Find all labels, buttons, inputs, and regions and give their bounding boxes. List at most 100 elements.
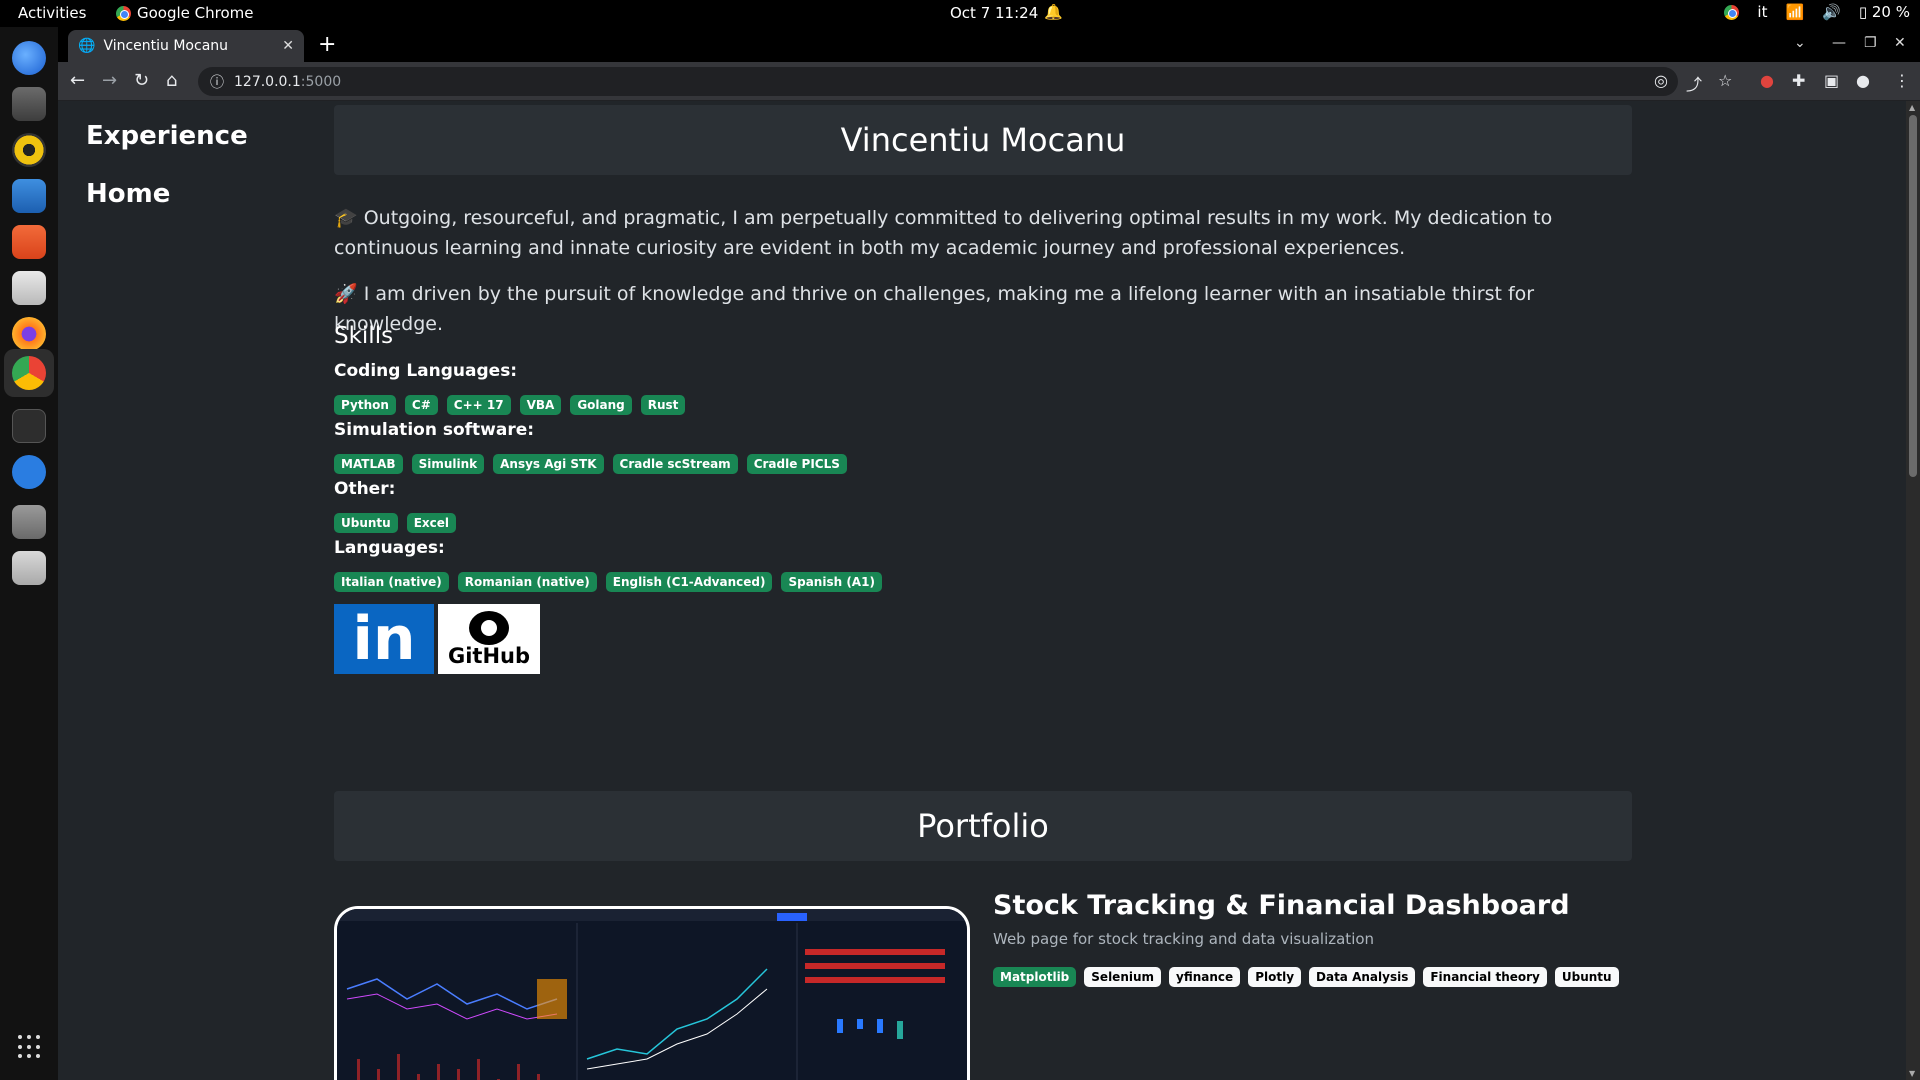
keyboard-layout[interactable]: it: [1757, 3, 1767, 21]
trash-icon[interactable]: [12, 551, 46, 585]
extension-red-icon[interactable]: ●: [1760, 71, 1774, 90]
portfolio-heading: Portfolio: [334, 791, 1632, 861]
extensions-puzzle-icon[interactable]: ✚: [1792, 71, 1805, 90]
skill-badge: Excel: [406, 513, 457, 533]
skills-heading: Skills: [334, 323, 394, 349]
languages-badges: Italian (native) Romanian (native) Engli…: [334, 572, 882, 592]
software-center-icon[interactable]: [12, 225, 46, 259]
github-link[interactable]: GitHub: [438, 604, 540, 674]
drive-icon[interactable]: [12, 505, 46, 539]
help-icon[interactable]: [12, 455, 46, 489]
project-tag: Ubuntu: [1554, 967, 1619, 987]
project-tags: Matplotlib Selenium yfinance Plotly Data…: [993, 967, 1619, 987]
tab-search-icon[interactable]: ⌄: [1794, 35, 1806, 51]
page-title: Vincentiu Mocanu: [334, 105, 1632, 175]
new-tab-icon[interactable]: +: [318, 32, 336, 57]
project-tag: Selenium: [1084, 967, 1162, 987]
app-name: Google Chrome: [137, 4, 254, 22]
address-bar[interactable]: ⓘ 127.0.0.1:5000: [198, 67, 1678, 96]
url-text: 127.0.0.1:5000: [234, 73, 342, 90]
back-icon[interactable]: ←: [70, 70, 85, 91]
languages-label: Languages:: [334, 538, 445, 558]
eye-off-icon[interactable]: ◎: [1654, 71, 1668, 90]
project-screenshot[interactable]: [334, 906, 970, 1080]
project-title[interactable]: Stock Tracking & Financial Dashboard: [993, 890, 1570, 921]
rhythmbox-icon[interactable]: [12, 133, 46, 167]
browser-toolbar: ← → ↻ ⌂ ⓘ 127.0.0.1:5000 ◎ ⤴ ☆ ● ✚ ▣ ● ⋮: [58, 62, 1920, 101]
bookmark-star-icon[interactable]: ☆: [1718, 71, 1732, 90]
tab-strip: 🌐 Vincentiu Mocanu ✕ + ⌄ — ❐ ✕: [58, 27, 1920, 62]
menu-icon[interactable]: ⋮: [1894, 71, 1910, 90]
simulation-software-badges: MATLAB Simulink Ansys Agi STK Cradle scS…: [334, 454, 847, 474]
battery-level: 20 %: [1871, 3, 1910, 21]
minimize-icon[interactable]: —: [1832, 35, 1846, 51]
clock[interactable]: Oct 7 11:24: [950, 4, 1038, 22]
info-icon: ⓘ: [210, 74, 224, 91]
sidebar-item-experience[interactable]: Experience: [86, 121, 248, 151]
project-tag: Matplotlib: [993, 967, 1077, 987]
scroll-up-icon[interactable]: ▲: [1909, 103, 1915, 112]
share-icon[interactable]: ⤴: [1686, 71, 1702, 95]
project-tag: Data Analysis: [1309, 967, 1416, 987]
simulation-software-label: Simulation software:: [334, 420, 535, 440]
github-logo-icon: [469, 611, 509, 645]
about-paragraph-2: 🚀 I am driven by the pursuit of knowledg…: [334, 283, 1535, 335]
system-tray[interactable]: it 📶 🔊 ▯ 20 %: [1724, 3, 1910, 21]
side-panel-icon[interactable]: ▣: [1824, 71, 1839, 90]
coding-languages-label: Coding Languages:: [334, 361, 518, 381]
show-apps-icon[interactable]: [18, 1035, 42, 1059]
page-scrollbar[interactable]: ▲ ▼: [1906, 101, 1920, 1080]
bell-icon: 🔔: [1044, 3, 1063, 21]
chrome-icon: [116, 5, 131, 21]
language-badge: Italian (native): [334, 572, 449, 592]
close-window-icon[interactable]: ✕: [1894, 35, 1906, 51]
close-tab-icon[interactable]: ✕: [282, 38, 294, 54]
skill-badge: Python: [334, 395, 396, 415]
dock: [0, 27, 58, 1080]
project-tag: Plotly: [1248, 967, 1302, 987]
skill-badge: Rust: [640, 395, 686, 415]
language-badge: English (C1-Advanced): [605, 572, 773, 592]
forward-icon[interactable]: →: [102, 70, 117, 91]
language-badge: Spanish (A1): [781, 572, 882, 592]
github-logo-text: GitHub: [447, 644, 531, 668]
chrome-tray-icon[interactable]: [1724, 4, 1740, 20]
browser-window: 🌐 Vincentiu Mocanu ✕ + ⌄ — ❐ ✕ ← → ↻ ⌂ ⓘ…: [58, 27, 1920, 1080]
dashboard-preview: [337, 909, 967, 1080]
chrome-dock-icon[interactable]: [12, 356, 46, 390]
home-icon[interactable]: ⌂: [166, 70, 177, 91]
tab-active[interactable]: 🌐 Vincentiu Mocanu ✕: [68, 30, 304, 62]
project-description: Web page for stock tracking and data vis…: [993, 930, 1375, 948]
maximize-icon[interactable]: ❐: [1864, 35, 1877, 51]
writer-icon[interactable]: [12, 179, 46, 213]
thunderbird-icon[interactable]: [12, 41, 46, 75]
scrollbar-thumb[interactable]: [1909, 115, 1917, 477]
profile-avatar[interactable]: ●: [1856, 71, 1870, 90]
globe-icon: 🌐: [78, 38, 96, 54]
skill-badge: C++ 17: [446, 395, 511, 415]
project-tag: Financial theory: [1423, 967, 1547, 987]
language-badge: Romanian (native): [457, 572, 597, 592]
wifi-icon: 📶: [1785, 3, 1805, 21]
battery-indicator: ▯ 20 %: [1858, 3, 1910, 21]
other-skills-label: Other:: [334, 479, 396, 499]
skill-badge: VBA: [519, 395, 562, 415]
firefox-icon[interactable]: [12, 317, 46, 351]
skill-badge: C#: [404, 395, 438, 415]
project-tag: yfinance: [1169, 967, 1241, 987]
about-paragraph-1: 🎓 Outgoing, resourceful, and pragmatic, …: [334, 207, 1553, 259]
scroll-down-icon[interactable]: ▼: [1909, 1069, 1915, 1078]
activities-button[interactable]: Activities: [18, 4, 86, 22]
reload-icon[interactable]: ↻: [134, 70, 149, 91]
other-skills-badges: Ubuntu Excel: [334, 513, 457, 533]
app-menu[interactable]: Google Chrome: [116, 4, 254, 22]
terminal-icon[interactable]: [12, 409, 46, 443]
coding-languages-badges: Python C# C++ 17 VBA Golang Rust: [334, 395, 686, 415]
skill-badge: Cradle PICLS: [746, 454, 847, 474]
files-icon[interactable]: [12, 87, 46, 121]
skill-badge: Simulink: [411, 454, 485, 474]
tab-title: Vincentiu Mocanu: [103, 38, 229, 54]
linkedin-link[interactable]: in: [334, 604, 434, 674]
installer-icon[interactable]: [12, 271, 46, 305]
sidebar-item-home[interactable]: Home: [86, 179, 170, 209]
